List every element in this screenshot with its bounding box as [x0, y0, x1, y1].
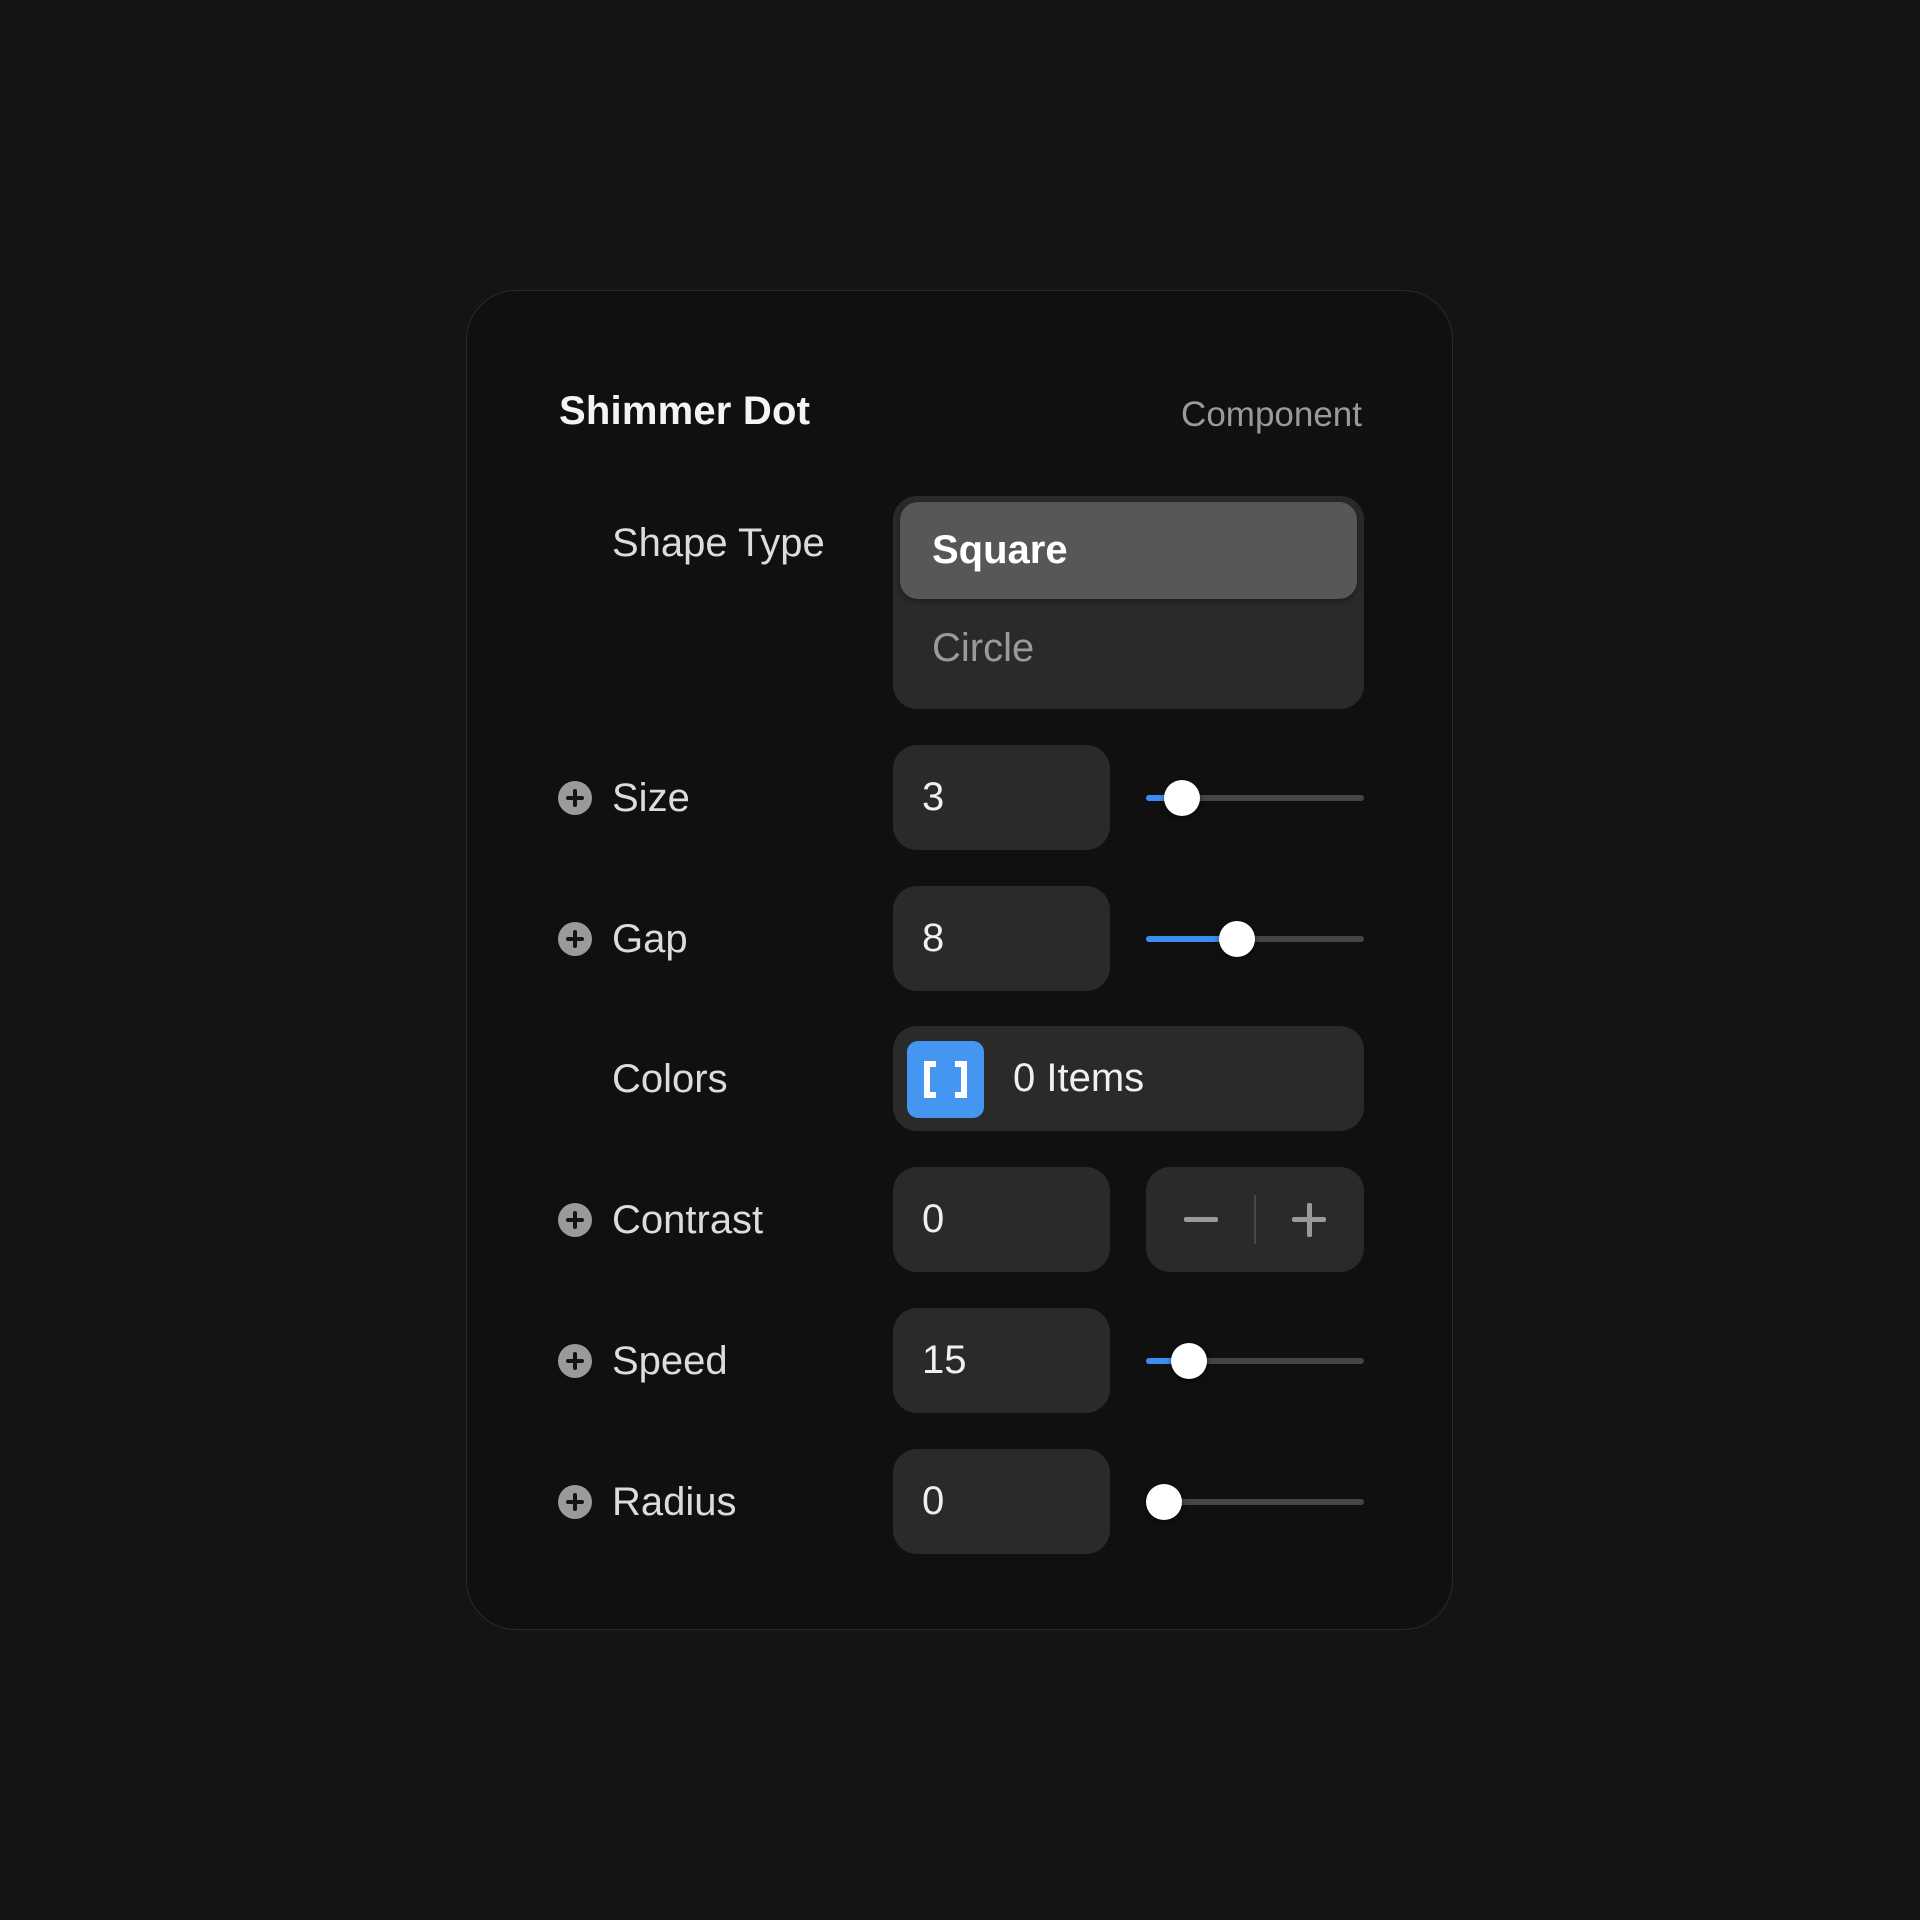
size-input[interactable]: 3 — [893, 745, 1110, 850]
colors-array-field[interactable]: 0 Items — [893, 1026, 1364, 1131]
slider-thumb[interactable] — [1171, 1343, 1208, 1379]
decrement-button[interactable] — [1146, 1167, 1255, 1272]
radius-value: 0 — [922, 1479, 945, 1523]
property-panel: Shimmer Dot Component Shape Type Square … — [466, 290, 1453, 1630]
contrast-label-wrap: Contrast — [558, 1167, 763, 1272]
contrast-row: Contrast 0 — [467, 1167, 1452, 1272]
colors-label-wrap: Colors — [558, 1026, 728, 1131]
radius-slider[interactable] — [1146, 1449, 1364, 1554]
speed-slider[interactable] — [1146, 1308, 1364, 1413]
size-slider[interactable] — [1146, 745, 1364, 850]
contrast-label: Contrast — [612, 1197, 764, 1242]
contrast-stepper — [1146, 1167, 1364, 1272]
gap-slider[interactable] — [1146, 886, 1364, 991]
gap-label-wrap: Gap — [558, 886, 688, 991]
speed-value: 15 — [922, 1338, 967, 1382]
slider-thumb[interactable] — [1146, 1484, 1182, 1520]
plus-circle-icon[interactable] — [558, 921, 592, 956]
gap-value: 8 — [922, 916, 945, 960]
plus-circle-icon[interactable] — [558, 1343, 592, 1378]
size-label: Size — [612, 775, 690, 820]
shape-option-square[interactable]: Square — [900, 502, 1357, 599]
shape-type-label: Shape Type — [612, 521, 825, 565]
plus-circle-icon[interactable] — [558, 780, 592, 815]
array-brackets-icon — [907, 1041, 984, 1118]
radius-input[interactable]: 0 — [893, 1449, 1110, 1554]
colors-row: Colors 0 Items — [467, 1026, 1452, 1131]
size-label-wrap: Size — [558, 745, 690, 850]
minus-icon — [1184, 1217, 1218, 1222]
radius-label: Radius — [612, 1479, 737, 1524]
speed-row: Speed 15 — [467, 1308, 1452, 1413]
contrast-input[interactable]: 0 — [893, 1167, 1110, 1272]
gap-row: Gap 8 — [467, 886, 1452, 991]
panel-subtitle: Component — [1181, 395, 1362, 434]
colors-count: 0 Items — [1013, 1056, 1145, 1100]
radius-label-wrap: Radius — [558, 1449, 737, 1554]
speed-label-wrap: Speed — [558, 1308, 728, 1413]
plus-circle-icon[interactable] — [558, 1202, 592, 1237]
panel-title: Shimmer Dot — [559, 389, 811, 433]
plus-circle-icon[interactable] — [558, 1484, 592, 1519]
speed-input[interactable]: 15 — [893, 1308, 1110, 1413]
shape-type-label-wrap: Shape Type — [612, 519, 825, 567]
gap-label: Gap — [612, 916, 688, 961]
gap-input[interactable]: 8 — [893, 886, 1110, 991]
contrast-value: 0 — [922, 1197, 945, 1241]
shape-option-circle[interactable]: Circle — [900, 600, 1357, 697]
increment-button[interactable] — [1255, 1167, 1364, 1272]
size-row: Size 3 — [467, 745, 1452, 850]
speed-label: Speed — [612, 1338, 728, 1383]
shape-type-segmented-control[interactable]: Square Circle — [893, 496, 1364, 709]
size-value: 3 — [922, 775, 945, 819]
radius-row: Radius 0 — [467, 1449, 1452, 1554]
colors-label: Colors — [612, 1056, 728, 1101]
slider-thumb[interactable] — [1218, 921, 1255, 957]
slider-thumb[interactable] — [1164, 780, 1201, 816]
